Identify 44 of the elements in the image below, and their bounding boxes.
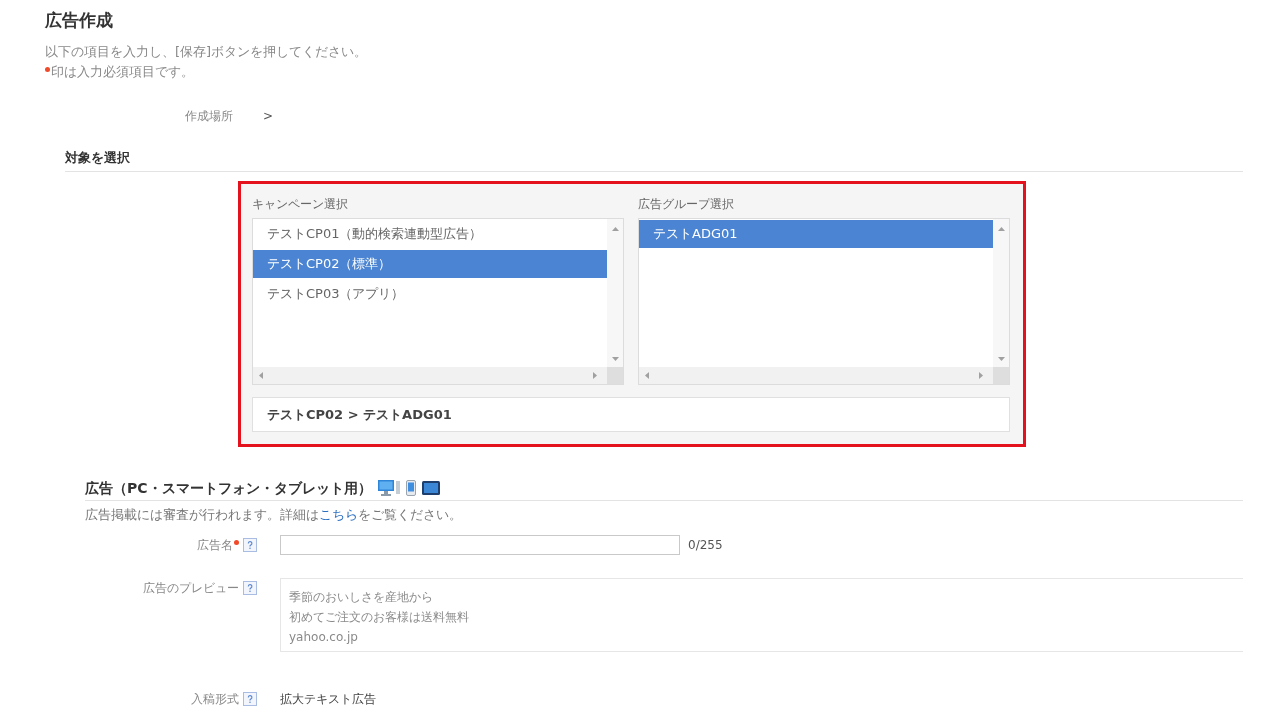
list-item[interactable]: テストCP01（動的検索連動型広告） — [253, 220, 607, 248]
location-label: 作成場所 — [185, 108, 233, 125]
help-icon[interactable] — [243, 581, 257, 595]
horizontal-scrollbar[interactable] — [639, 367, 993, 384]
arrow-down-icon[interactable] — [611, 357, 619, 361]
section-heading: 対象を選択 — [65, 149, 130, 167]
preview-line: 季節のおいしさを産地から — [289, 589, 433, 606]
preview-line: yahoo.co.jp — [289, 629, 358, 646]
arrow-right-icon[interactable] — [593, 372, 597, 379]
phone-icon — [405, 480, 416, 496]
field-label: 入稿形式 — [191, 691, 239, 708]
help-icon[interactable] — [243, 538, 257, 552]
section-heading: 広告（PC・スマートフォン・タブレット用） — [85, 479, 372, 498]
vertical-scrollbar[interactable] — [993, 219, 1009, 367]
arrow-left-icon[interactable] — [645, 372, 649, 379]
preview-line: 初めてご注文のお客様は送料無料 — [289, 609, 469, 626]
help-icon[interactable] — [243, 692, 257, 706]
arrow-down-icon[interactable] — [997, 357, 1005, 361]
selection-summary: テストCP02 > テストADG01 — [252, 397, 1010, 432]
arrow-up-icon[interactable] — [997, 227, 1005, 231]
instruction-text: 以下の項目を入力し、[保存]ボタンを押してください。 — [45, 43, 368, 61]
arrow-right-icon[interactable] — [979, 372, 983, 379]
arrow-up-icon[interactable] — [611, 227, 619, 231]
character-counter: 0/255 — [688, 537, 723, 554]
field-label: 広告のプレビュー — [143, 580, 239, 597]
list-label: キャンペーン選択 — [252, 196, 348, 212]
text-input[interactable] — [280, 535, 680, 555]
page-title: 広告作成 — [45, 9, 113, 31]
field-label: 広告名 — [197, 537, 233, 554]
list-label: 広告グループ選択 — [638, 196, 734, 212]
field-value: 拡大テキスト広告 — [280, 691, 377, 708]
horizontal-scrollbar[interactable] — [253, 367, 607, 384]
monitor-icon — [377, 480, 400, 496]
list-item[interactable]: テストCP03（アプリ） — [253, 280, 607, 308]
vertical-scrollbar[interactable] — [607, 219, 623, 367]
list-item[interactable]: テストADG01 — [639, 220, 993, 248]
arrow-left-icon[interactable] — [259, 372, 263, 379]
details-link[interactable]: こちら — [319, 507, 358, 522]
required-mark-icon — [45, 67, 50, 72]
notice-text: 広告掲載には審査が行われます。詳細はこちら をご覧ください。 — [85, 506, 462, 524]
tablet-icon — [421, 481, 440, 495]
list-item[interactable]: テストCP02（標準） — [253, 250, 607, 278]
location-value: > — [263, 108, 274, 125]
required-note: 印は入力必須項目です。 — [51, 63, 194, 81]
